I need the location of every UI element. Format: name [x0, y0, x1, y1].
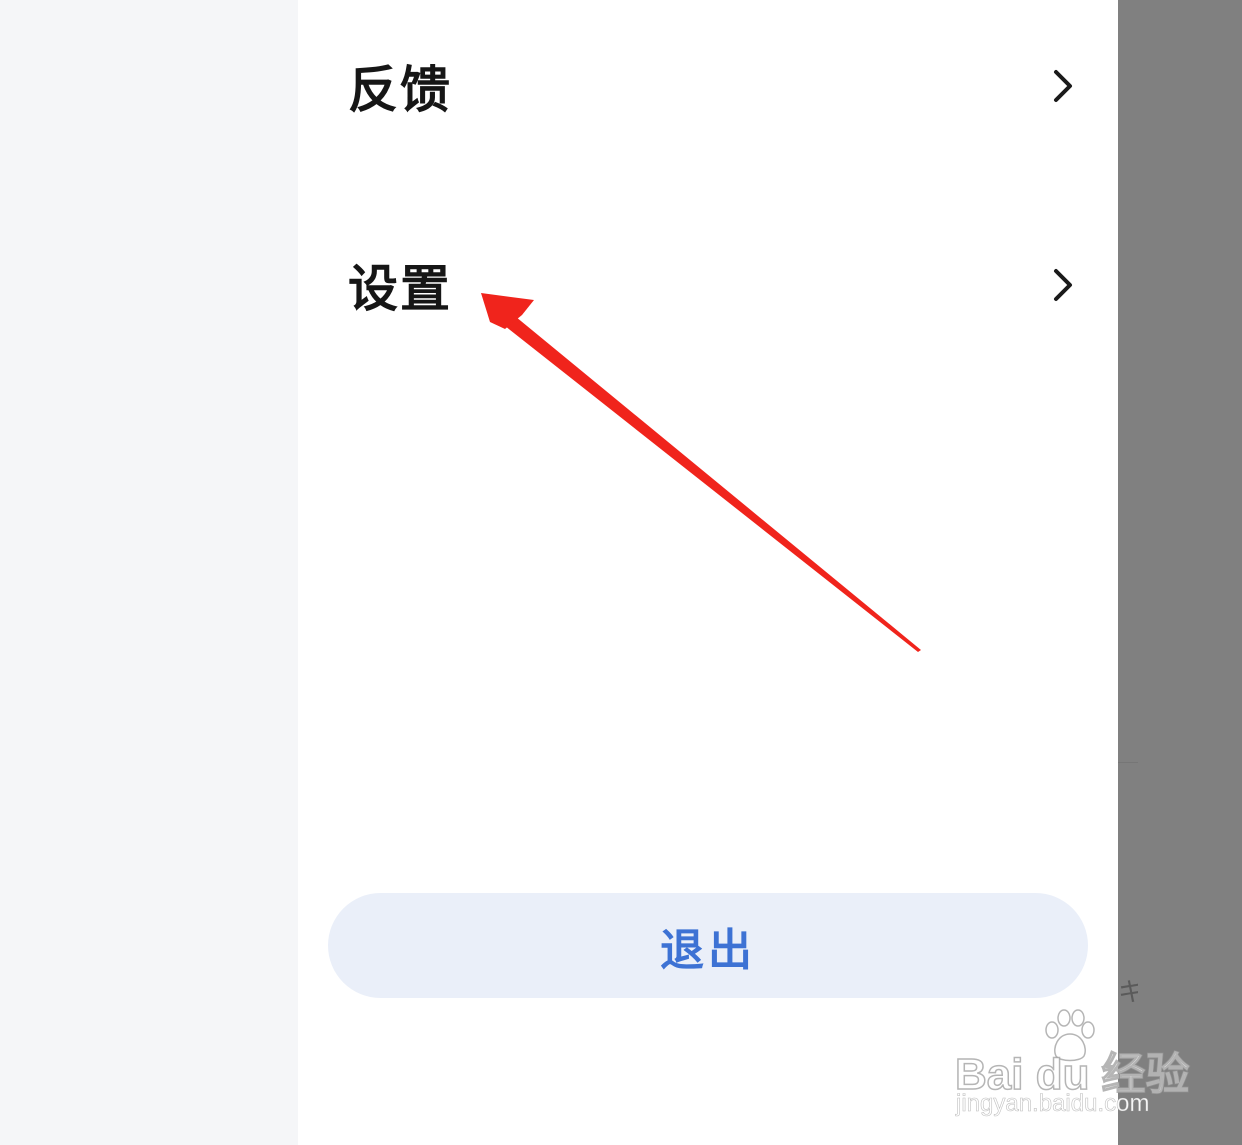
menu-item-settings[interactable]: 设置	[348, 245, 1088, 325]
screen: キ 反馈 设置 退出 Bai du 经验 jingyan.baidu.com	[0, 0, 1242, 1145]
chevron-right-icon	[1054, 269, 1072, 301]
logout-button-label: 退出	[660, 924, 756, 976]
logout-button[interactable]: 退出	[328, 893, 1088, 998]
menu-item-feedback[interactable]: 反馈	[348, 46, 1088, 126]
menu-item-settings-label: 设置	[348, 260, 452, 318]
overlay-partial-glyph: キ	[1118, 978, 1138, 1008]
overlay-divider	[1118, 762, 1138, 763]
menu-item-feedback-label: 反馈	[348, 61, 452, 119]
chevron-right-icon	[1054, 70, 1072, 102]
background-page-left	[0, 0, 298, 1145]
